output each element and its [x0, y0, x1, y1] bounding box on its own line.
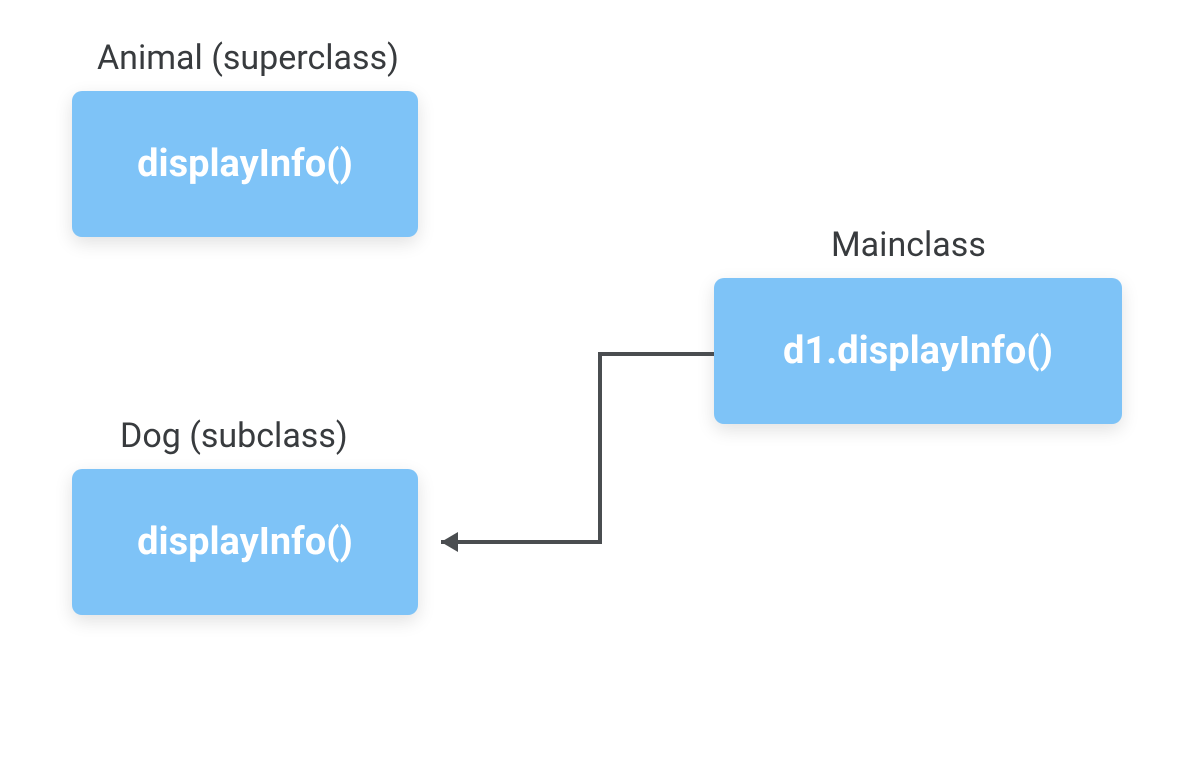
dog-method-text: displayInfo()	[137, 520, 353, 564]
animal-label: Animal (superclass)	[97, 38, 399, 78]
animal-superclass-box: displayInfo()	[72, 91, 418, 237]
mainclass-box: d1.displayInfo()	[714, 278, 1122, 424]
dog-subclass-box: displayInfo()	[72, 469, 418, 615]
main-call-text: d1.displayInfo()	[783, 329, 1053, 373]
animal-method-text: displayInfo()	[137, 142, 353, 186]
dog-label: Dog (subclass)	[120, 416, 348, 456]
mainclass-label: Mainclass	[831, 225, 986, 265]
